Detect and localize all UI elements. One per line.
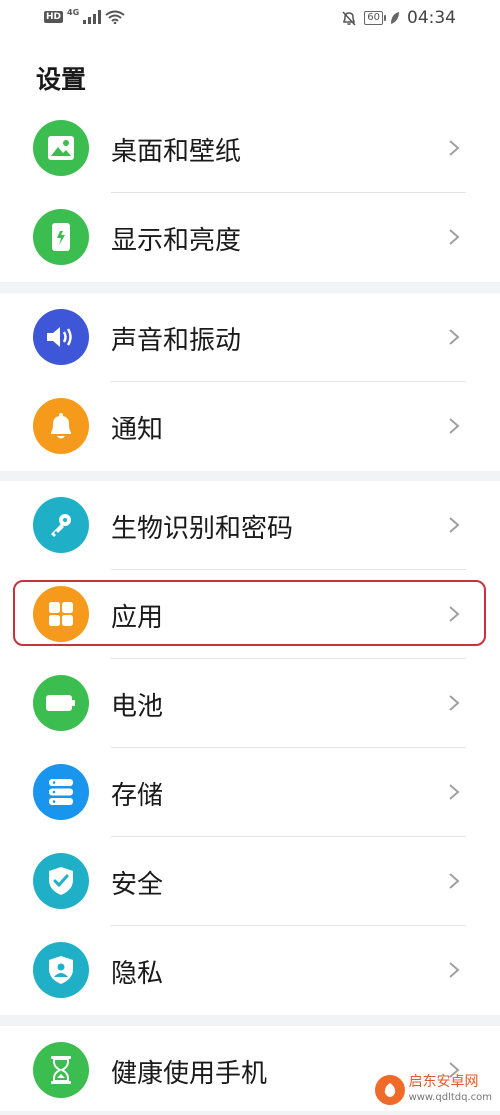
privacy-shield-icon — [33, 942, 89, 998]
mute-bell-icon — [342, 11, 356, 26]
settings-item-sound[interactable]: 声音和振动 — [0, 293, 500, 382]
settings-item-label: 桌面和壁纸 — [111, 137, 242, 167]
watermark: 启东安卓网 www.qdltdq.com — [374, 1075, 492, 1105]
settings-item-privacy[interactable]: 隐私 — [0, 926, 500, 1015]
settings-item-security[interactable]: 安全 — [0, 837, 500, 926]
status-right: 60 04:34 — [341, 8, 456, 28]
settings-item-label: 通知 — [111, 415, 164, 445]
watermark-name: 启东安卓网 — [408, 1074, 479, 1090]
signal-icon — [83, 10, 102, 24]
sound-icon — [33, 309, 89, 365]
settings-item-label: 声音和振动 — [111, 326, 242, 356]
chevron-right-icon — [449, 695, 460, 711]
key-icon — [33, 497, 89, 553]
wifi-icon — [105, 10, 125, 24]
wallpaper-icon — [33, 120, 89, 176]
settings-item-label: 电池 — [111, 692, 164, 722]
settings-group-system: 生物识别和密码 应用 电池 存储 安全 隐私 — [0, 481, 500, 1015]
hd-badge: HD — [44, 11, 64, 23]
battery-icon — [33, 675, 89, 731]
settings-item-battery[interactable]: 电池 — [0, 659, 500, 748]
leaf-icon — [391, 12, 399, 24]
clock: 04:34 — [407, 8, 456, 28]
display-brightness-icon — [33, 209, 89, 265]
status-bar: HD 4G 60 04:34 — [0, 0, 500, 38]
chevron-right-icon — [449, 140, 460, 156]
watermark-url: www.qdltdq.com — [408, 1092, 492, 1103]
battery-indicator: 60 — [364, 11, 386, 25]
network-type: 4G — [67, 7, 80, 17]
chevron-right-icon — [449, 517, 460, 533]
chevron-right-icon — [449, 329, 460, 345]
settings-item-display[interactable]: 显示和亮度 — [0, 193, 500, 282]
chevron-right-icon — [449, 873, 460, 889]
settings-item-wallpaper[interactable]: 桌面和壁纸 — [0, 104, 500, 193]
settings-item-apps[interactable]: 应用 — [0, 570, 500, 659]
settings-item-label: 健康使用手机 — [111, 1059, 268, 1089]
storage-icon — [33, 764, 89, 820]
page-title: 设置 — [36, 65, 87, 94]
chevron-right-icon — [449, 418, 460, 434]
hourglass-icon — [33, 1042, 89, 1098]
notification-bell-icon — [33, 398, 89, 454]
chevron-right-icon — [449, 229, 460, 245]
settings-item-label: 安全 — [111, 870, 164, 900]
chevron-right-icon — [449, 606, 460, 622]
chevron-right-icon — [449, 962, 460, 978]
watermark-text: 启东安卓网 www.qdltdq.com — [409, 1075, 492, 1105]
status-left: HD 4G — [44, 7, 125, 24]
watermark-logo-icon — [374, 1075, 405, 1105]
settings-item-storage[interactable]: 存储 — [0, 748, 500, 837]
settings-item-biometrics[interactable]: 生物识别和密码 — [0, 481, 500, 570]
settings-group-display: 桌面和壁纸 显示和亮度 — [0, 104, 500, 282]
settings-item-label: 应用 — [111, 603, 164, 633]
shield-check-icon — [33, 853, 89, 909]
settings-item-label: 隐私 — [111, 959, 164, 989]
settings-item-notifications[interactable]: 通知 — [0, 382, 500, 471]
settings-group-sound: 声音和振动 通知 — [0, 293, 500, 471]
settings-item-label: 存储 — [111, 781, 164, 811]
apps-grid-icon — [33, 586, 89, 642]
settings-item-label: 显示和亮度 — [111, 226, 242, 256]
page-header: 设置 — [0, 38, 500, 104]
settings-item-label: 生物识别和密码 — [111, 514, 294, 544]
chevron-right-icon — [449, 784, 460, 800]
